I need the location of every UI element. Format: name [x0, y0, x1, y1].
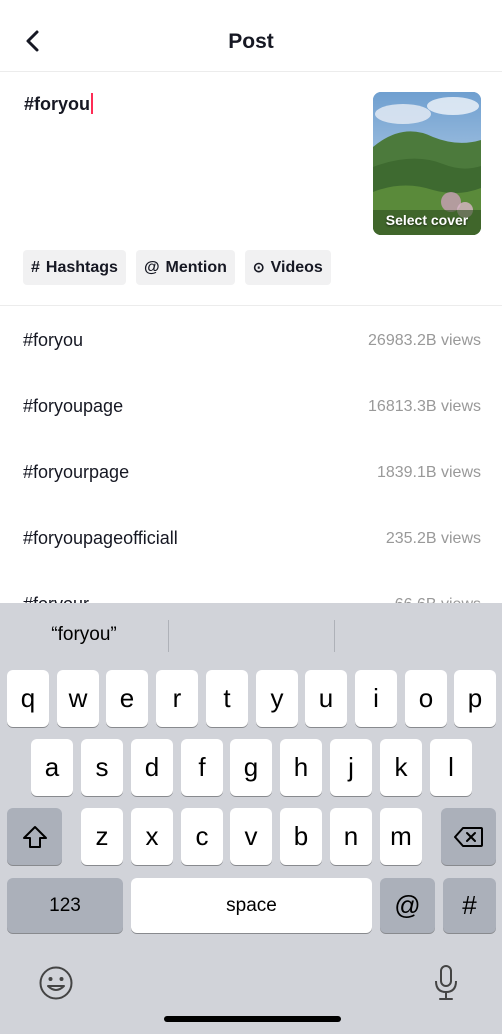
prediction-divider	[334, 620, 335, 652]
play-circle-icon: ⊙	[252, 259, 265, 275]
key-d[interactable]: d	[131, 739, 173, 796]
text-cursor	[91, 93, 94, 114]
prediction-suggestion[interactable]: “foryou”	[0, 603, 168, 667]
hashtag-suggestion[interactable]: #foryoupageofficiall 235.2B views	[0, 505, 502, 571]
page-title: Post	[228, 30, 274, 53]
key-o[interactable]: o	[405, 670, 447, 727]
key-v[interactable]: v	[230, 808, 272, 865]
hashtag-icon: #	[31, 258, 40, 276]
hashtags-label: Hashtags	[45, 258, 118, 276]
microphone-icon[interactable]	[432, 964, 460, 1002]
key-c[interactable]: c	[181, 808, 223, 865]
suggestion-views: 16813.3B views	[368, 398, 481, 415]
emoji-icon[interactable]	[38, 965, 74, 1001]
suggestion-tag: #foryoupageofficiall	[23, 528, 178, 548]
caption-text: #foryou	[24, 94, 91, 114]
caption-tools: # Hashtags @ Mention ⊙ Videos	[23, 250, 331, 285]
suggestion-views: 1839.1B views	[376, 464, 481, 481]
space-key[interactable]: space	[131, 878, 372, 933]
key-a[interactable]: a	[31, 739, 73, 796]
prediction-divider	[168, 620, 169, 652]
key-l[interactable]: l	[430, 739, 472, 796]
key-h[interactable]: h	[280, 739, 322, 796]
suggestion-views: 235.2B views	[385, 530, 481, 547]
hashtags-button[interactable]: # Hashtags	[23, 250, 126, 285]
key-y[interactable]: y	[256, 670, 298, 727]
key-i[interactable]: i	[355, 670, 397, 727]
at-icon: @	[143, 258, 160, 276]
shift-icon	[22, 825, 47, 848]
key-f[interactable]: f	[181, 739, 223, 796]
key-w[interactable]: w	[57, 670, 99, 727]
key-e[interactable]: e	[106, 670, 148, 727]
numbers-key[interactable]: 123	[7, 878, 123, 933]
key-m[interactable]: m	[380, 808, 422, 865]
hashtag-suggestion[interactable]: #foryoupage 16813.3B views	[0, 373, 502, 439]
caption-input[interactable]: #foryou	[24, 93, 94, 115]
mention-button[interactable]: @ Mention	[135, 250, 235, 285]
key-s[interactable]: s	[81, 739, 123, 796]
suggestion-tag: #foryourpage	[23, 462, 130, 482]
videos-label: Videos	[270, 258, 323, 276]
key-p[interactable]: p	[454, 670, 496, 727]
key-n[interactable]: n	[330, 808, 372, 865]
videos-button[interactable]: ⊙ Videos	[244, 250, 331, 285]
backspace-icon	[453, 826, 483, 847]
hashtag-suggestion[interactable]: #foryou 26983.2B views	[0, 307, 502, 373]
key-x[interactable]: x	[131, 808, 173, 865]
backspace-key[interactable]	[441, 808, 496, 865]
suggestion-views: 26983.2B views	[368, 332, 481, 349]
select-cover-label: Select cover	[385, 212, 469, 228]
suggestion-tag: #foryou	[23, 330, 84, 350]
cover-thumbnail[interactable]: Select cover	[373, 92, 481, 235]
key-j[interactable]: j	[330, 739, 372, 796]
at-key[interactable]: @	[380, 878, 435, 933]
hash-key[interactable]: #	[443, 878, 496, 933]
header: Post	[0, 0, 502, 72]
key-r[interactable]: r	[156, 670, 198, 727]
key-z[interactable]: z	[81, 808, 123, 865]
key-q[interactable]: q	[7, 670, 49, 727]
home-indicator	[164, 1016, 341, 1022]
key-t[interactable]: t	[206, 670, 248, 727]
divider	[0, 305, 502, 306]
key-u[interactable]: u	[305, 670, 347, 727]
key-b[interactable]: b	[280, 808, 322, 865]
suggestion-tag: #foryoupage	[23, 396, 124, 416]
mention-label: Mention	[165, 258, 227, 276]
shift-key[interactable]	[7, 808, 62, 865]
keyboard: “foryou” q w e r t y u i o p a s d f g h…	[0, 603, 502, 1034]
hashtag-suggestion[interactable]: #foryourpage 1839.1B views	[0, 439, 502, 505]
key-g[interactable]: g	[230, 739, 272, 796]
key-k[interactable]: k	[380, 739, 422, 796]
